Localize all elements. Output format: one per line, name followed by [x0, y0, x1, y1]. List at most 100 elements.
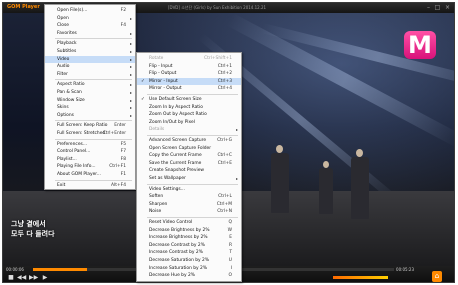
menu-item-reset-video-control[interactable]: Reset Video Control Q	[137, 219, 241, 226]
menu-item-shortcut: Ctrl+Enter	[102, 131, 126, 136]
menu-item-shortcut: Ctrl+G	[217, 138, 232, 143]
menu-item-shortcut: F2	[120, 8, 126, 13]
menu-item-shortcut: Ctrl+2	[217, 71, 232, 77]
menu-item-video[interactable]: Video ▸	[45, 55, 135, 63]
menu-item-label: Increase Contrast by 2%	[149, 250, 203, 256]
menu-item-set-as-wallpaper[interactable]: Set as Wallpaper ▸	[137, 175, 241, 182]
menu-item-skins[interactable]: Skins ▸	[45, 104, 135, 111]
app-logo[interactable]: GOM Player	[7, 4, 40, 10]
menu-item-shortcut: E	[229, 235, 232, 241]
menu-item-label: Skins	[57, 105, 69, 111]
menu-item-subtitles[interactable]: Subtitles ▸	[45, 48, 135, 55]
menu-item-exit[interactable]: Exit Alt+F4	[45, 182, 135, 189]
menu-item-open-screen-capture-folder[interactable]: Open Screen Capture Folder	[137, 145, 241, 152]
menu-item-filter[interactable]: Filter ▸	[45, 71, 135, 78]
menu-item-advanced-screen-capture[interactable]: Advanced Screen Capture Ctrl+G	[137, 137, 241, 144]
menu-item-save-the-current-frame[interactable]: Save the Current Frame Ctrl+E	[137, 160, 241, 167]
performer-head	[323, 161, 329, 168]
menu-item-noise[interactable]: Noise Ctrl+N	[137, 208, 241, 215]
subtitle-line-2: 모두 다 들려다	[11, 230, 55, 238]
menu-item-decrease-hue-by-2[interactable]: Decrease Hue by 2% O	[137, 272, 241, 279]
menu-item-shortcut: U	[228, 258, 232, 263]
menu-item-decrease-contrast-by-2[interactable]: Decrease Contrast by 2% R	[137, 242, 241, 249]
menu-separator	[147, 183, 238, 185]
menu-item-label: Mirror - Output	[149, 86, 182, 92]
menu-item-increase-saturation-by-2[interactable]: Increase Saturation by 2% I	[137, 265, 241, 272]
menu-item-use-default-screen-size[interactable]: ✓ Use Default Screen Size	[137, 96, 241, 103]
menu-item-label: Decrease Brightness by 2%	[149, 227, 210, 233]
menu-item-playback[interactable]: Playback ▸	[45, 40, 135, 47]
menu-item-label: Playback	[57, 41, 77, 47]
window-title: [DVD] 소년단 (Girls) by Sun Exhibition 2014…	[168, 5, 267, 10]
menu-item-full-screen-stretched[interactable]: Full Screen: Stretched Ctrl+Enter	[45, 130, 135, 137]
menu-item-label: Window Size	[57, 97, 85, 103]
play-icon[interactable]: ▶	[41, 274, 49, 281]
menu-item-video-settings[interactable]: Video Settings...	[137, 186, 241, 193]
menu-item-increase-contrast-by-2[interactable]: Increase Contrast by 2% T	[137, 249, 241, 256]
close-icon[interactable]: ×	[444, 4, 451, 11]
time-total: 00:05:23	[396, 267, 414, 272]
menu-item-label: Options	[57, 112, 74, 118]
menu-item-mirror-input[interactable]: ✓ Mirror - Input Ctrl+3	[137, 77, 241, 85]
menu-item-decrease-brightness-by-2[interactable]: Decrease Brightness by 2% W	[137, 227, 241, 234]
menu-item-label: Audio	[57, 64, 70, 70]
menu-item-zoom-out-by-aspect-ratio[interactable]: Zoom Out by Aspect Ratio	[137, 111, 241, 118]
minimize-icon[interactable]: –	[425, 4, 432, 11]
menu-item-favorites[interactable]: Favorites ▸	[45, 30, 135, 37]
menu-item-shortcut: O	[228, 273, 232, 279]
submenu-arrow-icon: ▸	[129, 82, 132, 88]
menu-item-mirror-output[interactable]: Mirror - Output Ctrl+4	[137, 85, 241, 92]
check-icon: ✓	[141, 97, 145, 102]
menu-item-flip-output[interactable]: Flip - Output Ctrl+2	[137, 70, 241, 77]
menu-item-control-panel[interactable]: Control Panel... F7	[45, 148, 135, 155]
channel-logo: M	[404, 31, 436, 59]
menu-item-close[interactable]: Close F4	[45, 22, 135, 29]
menu-item-pan-scan[interactable]: Pan & Scan ▸	[45, 89, 135, 96]
menu-item-soften[interactable]: Soften Ctrl+L	[137, 193, 241, 200]
menu-item-open-file-s[interactable]: Open File(s)... F2	[45, 7, 135, 14]
stop-icon[interactable]: ■	[7, 274, 15, 281]
menu-item-label: Set as Wallpaper	[149, 176, 186, 181]
next-icon[interactable]: ▶▶	[29, 274, 38, 281]
prev-icon[interactable]: ◀◀	[17, 274, 26, 281]
volume-slider[interactable]	[333, 276, 388, 279]
menu-item-label: Save the Current Frame	[149, 160, 202, 166]
menu-item-zoom-in-out-by-pixel[interactable]: Zoom In/Out by Pixel	[137, 119, 241, 126]
submenu-arrow-icon: ▸	[129, 97, 132, 103]
check-icon: ✓	[141, 78, 145, 84]
menu-item-label: Zoom Out by Aspect Ratio	[149, 112, 207, 118]
menu-item-shortcut: F8	[120, 156, 126, 162]
menu-item-playlist[interactable]: Playlist... F8	[45, 156, 135, 163]
menu-item-aspect-ratio[interactable]: Aspect Ratio ▸	[45, 81, 135, 88]
menu-item-playing-file-info[interactable]: Playing File Info... Ctrl+F1	[45, 163, 135, 170]
menu-item-preferences[interactable]: Preferences... F5	[45, 141, 135, 148]
menu-item-flip-input[interactable]: Flip - Input Ctrl+1	[137, 63, 241, 70]
menu-item-create-snapshot-preview[interactable]: Create Snapshot Preview	[137, 167, 241, 174]
menu-item-label: Favorites	[57, 30, 77, 36]
menu-separator	[147, 217, 238, 218]
menu-separator	[55, 38, 132, 40]
menu-item-decrease-saturation-by-2[interactable]: Decrease Saturation by 2% U	[137, 257, 241, 264]
menu-item-full-screen-keep-ratio[interactable]: Full Screen: Keep Ratio Enter	[45, 122, 135, 129]
menu-item-open[interactable]: Open ▸	[45, 15, 135, 22]
menu-item-sharpen[interactable]: Sharpen Ctrl+M	[137, 201, 241, 208]
menu-item-label: Control Panel...	[57, 149, 91, 155]
menu-item-label: Open	[57, 15, 69, 21]
menu-item-shortcut: I	[230, 265, 232, 271]
maximize-icon[interactable]: □	[434, 4, 441, 11]
menu-item-shortcut: Ctrl+Shift+1	[204, 56, 232, 61]
menu-item-audio[interactable]: Audio ▸	[45, 63, 135, 70]
menu-item-zoom-in-by-aspect-ratio[interactable]: Zoom In by Aspect Ratio	[137, 104, 241, 111]
menu-item-label: Pan & Scan	[57, 90, 82, 95]
menu-item-label: Subtitles	[57, 49, 77, 54]
menu-item-label: Zoom In by Aspect Ratio	[149, 104, 203, 110]
context-menu: Open File(s)... F2 Open ▸ Close F4 Favorites ▸ P…	[44, 4, 136, 190]
menu-item-window-size[interactable]: Window Size ▸	[45, 97, 135, 104]
menu-item-about-gom-player[interactable]: About GOM Player... F1	[45, 171, 135, 178]
menu-item-options[interactable]: Options ▸	[45, 112, 135, 119]
home-icon[interactable]: ⌂	[432, 271, 442, 282]
menu-item-label: Reset Video Control	[149, 220, 193, 225]
menu-item-copy-the-current-frame[interactable]: Copy the Current Frame Ctrl+C	[137, 152, 241, 159]
menu-item-increase-brightness-by-2[interactable]: Increase Brightness by 2% E	[137, 234, 241, 241]
menu-separator	[55, 138, 132, 140]
